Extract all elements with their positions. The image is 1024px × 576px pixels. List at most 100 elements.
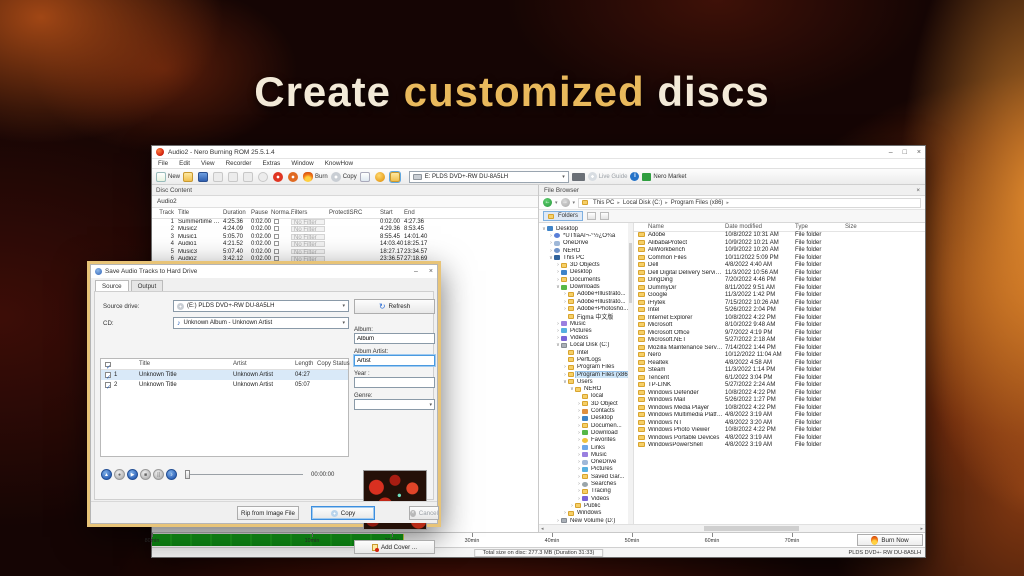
track-checkbox[interactable]: ✓ — [105, 382, 111, 388]
tree-item[interactable]: › Music — [539, 320, 633, 327]
tree-item[interactable]: › Pictures — [539, 466, 633, 473]
toolbar-new-icon[interactable]: New — [156, 172, 180, 182]
toolbar-nero1-icon[interactable] — [273, 172, 285, 182]
toolbar-copy-icon[interactable]: Copy — [331, 172, 357, 182]
compilation-tab[interactable]: Audio2 — [152, 196, 538, 208]
genre-select[interactable]: ▾ — [354, 399, 435, 410]
toolbar-copy2-icon[interactable] — [228, 172, 240, 182]
rip-from-image-button[interactable]: Rip from Image File — [237, 506, 299, 520]
column-type[interactable]: Type — [795, 223, 808, 232]
cd-track-row[interactable]: ✓ 1 Unknown Title Unknown Artist 04:27 — [101, 370, 348, 380]
menu-item[interactable]: KnowHow — [325, 160, 353, 167]
file-row[interactable]: Microsoft Office 9/7/2022 4:19 PM File f… — [634, 330, 925, 338]
file-row[interactable]: Google 11/3/2022 1:42 PM File folder — [634, 292, 925, 300]
tree-item[interactable]: › NERO — [539, 247, 633, 254]
tree-item[interactable]: › Adobe+Photosho... — [539, 305, 633, 312]
chevron-down-icon[interactable]: ▾ — [555, 200, 558, 206]
player-button[interactable]: || — [153, 469, 164, 480]
chevron-down-icon[interactable]: ▾ — [573, 200, 576, 206]
tree-item[interactable]: › Saved Gar... — [539, 473, 633, 480]
menu-item[interactable]: Window — [291, 160, 313, 167]
file-row[interactable]: TP-LINK 5/27/2022 2:24 AM File folder — [634, 382, 925, 390]
tree-item[interactable]: › 3D Objects — [539, 261, 633, 268]
file-row[interactable]: Dell 4/8/2022 4:40 AM File folder — [634, 262, 925, 270]
slider-thumb[interactable] — [185, 470, 190, 479]
toolbar-flame-icon[interactable]: Burn — [303, 172, 328, 182]
player-button[interactable]: ▶ — [127, 469, 138, 480]
tree-item[interactable]: › Tracing — [539, 488, 633, 495]
tree-item[interactable]: ∨ Users — [539, 378, 633, 385]
tab-Output[interactable]: Output — [131, 280, 164, 291]
tree-item[interactable]: › Program Files (x86) — [539, 371, 633, 378]
burn-now-button[interactable]: Burn Now — [857, 534, 923, 546]
tree-item[interactable]: › OneDrive — [539, 459, 633, 466]
tree-item[interactable]: ∨ Desktop — [539, 225, 633, 232]
file-row[interactable]: Adobe 10/8/2022 10:31 AM File folder — [634, 232, 925, 240]
normalize-checkbox[interactable] — [274, 219, 279, 224]
tree-scrollbar[interactable] — [628, 223, 633, 524]
tree-item[interactable]: › Favorites — [539, 437, 633, 444]
menu-item[interactable]: Edit — [179, 160, 190, 167]
toolbar-circ-icon[interactable] — [258, 172, 270, 182]
tree-item[interactable]: › Videos — [539, 334, 633, 341]
file-row[interactable]: Windows NT 4/8/2022 3:20 AM File folder — [634, 420, 925, 428]
tree-item[interactable]: › Desktop — [539, 269, 633, 276]
file-row[interactable]: Realtek 4/8/2022 4:58 AM File folder — [634, 360, 925, 368]
tree-item[interactable]: › New Volume (D:) — [539, 517, 633, 524]
source-drive-select[interactable]: (E:) PLDS DVD+-RW DU-8A5LH ▾ — [173, 300, 349, 312]
close-file-browser-icon[interactable]: × — [916, 185, 920, 195]
breadcrumb-item[interactable]: Local Disk (C:) — [623, 200, 662, 206]
filter-chip[interactable]: No Filter — [291, 234, 325, 240]
nero-market-button[interactable]: Nero Market — [642, 173, 686, 181]
normalize-checkbox[interactable] — [274, 249, 279, 254]
toolbar-cut-icon[interactable] — [213, 172, 225, 182]
cd-track-row[interactable]: ✓ 2 Unknown Title Unknown Artist 05:07 — [101, 380, 348, 390]
close-button[interactable]: × — [917, 149, 921, 156]
seek-slider[interactable] — [185, 469, 303, 480]
horizontal-scrollbar[interactable]: ◂ ▸ — [539, 524, 925, 532]
tree-item[interactable]: PerfLogs — [539, 356, 633, 363]
normalize-checkbox[interactable] — [274, 226, 279, 231]
filter-chip[interactable]: No Filter — [291, 226, 325, 232]
file-row[interactable]: Microsoft.NET 5/27/2022 2:18 AM File fol… — [634, 337, 925, 345]
add-cover-button[interactable]: Add Cover ... — [354, 540, 435, 554]
tree-item[interactable]: › Public — [539, 502, 633, 509]
tree-item[interactable]: › Adobe+Illustrato... — [539, 291, 633, 298]
file-row[interactable]: iFlytek 7/15/2022 10:26 AM File folder — [634, 300, 925, 308]
file-row[interactable]: Tencent 6/1/2022 3:04 PM File folder — [634, 375, 925, 383]
dialog-close-button[interactable]: × — [429, 268, 433, 275]
cd-select[interactable]: ♪ Unknown Album - Unknown Artist ▾ — [173, 317, 349, 329]
menu-item[interactable]: View — [201, 160, 215, 167]
toolbar-open-icon[interactable] — [183, 172, 195, 182]
tree-item[interactable]: ∨ NERO — [539, 386, 633, 393]
tree-item[interactable]: ∨ This PC — [539, 254, 633, 261]
column-size[interactable]: Size — [845, 223, 857, 232]
back-button[interactable]: ← — [543, 198, 552, 207]
file-row[interactable]: Common Files 10/11/2022 5:09 PM File fol… — [634, 255, 925, 263]
track-row[interactable]: 4 Audio1 4:21.52 0:02.00 No Filter 14:03… — [152, 241, 538, 248]
view-details-icon[interactable] — [600, 212, 609, 220]
file-row[interactable]: Windows Media Player 10/8/2022 4:22 PM F… — [634, 405, 925, 413]
file-row[interactable]: Windows Mail 5/26/2022 1:27 PM File fold… — [634, 397, 925, 405]
view-large-icon[interactable] — [587, 212, 596, 220]
file-row[interactable]: Microsoft 8/10/2022 9:48 AM File folder — [634, 322, 925, 330]
refresh-button[interactable]: ↻ Refresh — [354, 299, 435, 314]
menu-item[interactable]: File — [158, 160, 168, 167]
player-button[interactable]: ■ — [140, 469, 151, 480]
file-row[interactable]: DingDing 7/20/2022 4:46 PM File folder — [634, 277, 925, 285]
tree-item[interactable]: › Download — [539, 429, 633, 436]
track-row[interactable]: 2 Music2 4:24.09 0:02.00 No Filter 4:29.… — [152, 226, 538, 233]
player-button[interactable]: ▲ — [101, 469, 112, 480]
tree-item[interactable]: › 3D Object — [539, 400, 633, 407]
virtual-keyboard-icon[interactable] — [572, 173, 585, 181]
menu-item[interactable]: Recorder — [226, 160, 252, 167]
copy-button[interactable]: Copy — [311, 506, 375, 520]
tab-Source[interactable]: Source — [95, 280, 129, 291]
toolbar-fb-icon[interactable] — [390, 172, 402, 182]
filter-chip[interactable]: No Filter — [291, 241, 325, 247]
minimize-button[interactable]: – — [889, 149, 893, 156]
tree-item[interactable]: local — [539, 393, 633, 400]
dialog-minimize-button[interactable]: – — [414, 268, 418, 275]
menu-item[interactable]: Extras — [262, 160, 280, 167]
forward-button[interactable]: → — [561, 198, 570, 207]
